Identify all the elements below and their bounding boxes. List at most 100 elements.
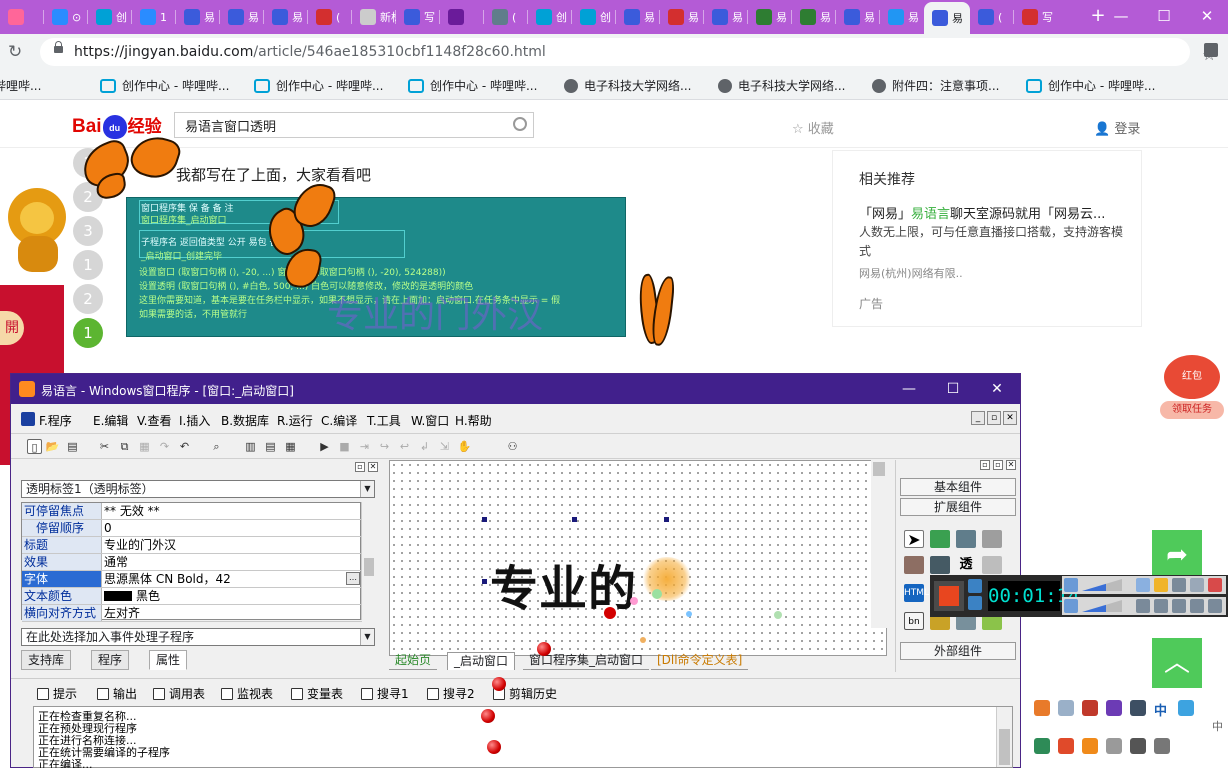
copy-icon[interactable]: ⧉ <box>117 439 132 454</box>
pointer-tool-icon[interactable]: ➤ <box>904 530 924 549</box>
bluetooth-tray-icon[interactable] <box>1130 700 1146 716</box>
basic-components-header[interactable]: 基本组件 <box>900 478 1016 496</box>
back-to-top-button[interactable]: ︿ <box>1152 638 1202 688</box>
property-row[interactable]: 字体 思源黑体 CN Bold，42… <box>22 571 362 588</box>
tab-call-table[interactable]: 调用表 <box>153 685 205 702</box>
chevron-down-icon[interactable]: ▼ <box>360 629 374 645</box>
paste-icon[interactable]: ▦ <box>137 439 152 454</box>
step-number[interactable]: 2 <box>73 284 103 314</box>
window-maximize-button[interactable]: ☐ <box>1143 0 1185 34</box>
component-selector[interactable]: 透明标签1（透明标签） ▼ <box>21 480 375 498</box>
network-tray-icon[interactable] <box>1034 738 1050 754</box>
browser-tab[interactable]: 1 <box>132 4 176 30</box>
browser-tab[interactable]: 易 <box>836 4 880 30</box>
property-value[interactable]: 思源黑体 CN Bold，42 <box>104 571 231 587</box>
red-packet-icon[interactable]: 红包 <box>1164 355 1220 399</box>
transparent-label-preview[interactable]: 专业的 <box>490 549 637 619</box>
browser-tab[interactable]: 易 <box>748 4 792 30</box>
external-components-header[interactable]: 外部组件 <box>900 642 1016 660</box>
bookmark-item[interactable]: 创作中心 - 哔哩哔... <box>408 77 537 94</box>
webcam-icon[interactable] <box>1136 599 1150 613</box>
menu-item[interactable]: I.插入 <box>179 412 210 429</box>
undo-icon[interactable]: ↶ <box>177 439 192 454</box>
ime-chinese-icon[interactable]: 中 <box>1154 700 1167 719</box>
monitor-tray-icon[interactable] <box>1130 738 1146 754</box>
panel-pin-icon[interactable]: ▫ <box>355 462 365 472</box>
tab-properties[interactable]: 属性 <box>149 650 188 670</box>
property-row[interactable]: 文本颜色 黑色 <box>22 588 362 605</box>
close-icon[interactable] <box>1208 578 1222 592</box>
bookmark-item[interactable]: 电子科技大学网络... <box>564 77 691 94</box>
tab-variable-table[interactable]: 变量表 <box>291 685 343 702</box>
speaker-volume-meter[interactable] <box>1082 579 1122 591</box>
save-icon[interactable]: ▤ <box>65 439 80 454</box>
bookmark-item[interactable]: 创作中心 - 哔哩哔... <box>254 77 383 94</box>
tab-watch-table[interactable]: 监视表 <box>221 685 273 702</box>
share-button[interactable]: ➦ <box>1152 530 1202 580</box>
volume-tray-icon[interactable] <box>1154 738 1170 754</box>
folder-icon[interactable] <box>1154 578 1168 592</box>
info-icon[interactable] <box>968 596 982 610</box>
url-text[interactable]: https://jingyan.baidu.com/article/546ae1… <box>74 44 546 60</box>
browser-tab[interactable]: 写 <box>1014 4 1058 30</box>
menu-item[interactable]: R.运行 <box>277 412 313 429</box>
monitor-icon[interactable] <box>1190 599 1204 613</box>
browser-tab[interactable]: 易 <box>880 4 924 30</box>
property-row[interactable]: 效果 通常 <box>22 554 362 571</box>
property-scrollbar[interactable] <box>361 502 375 620</box>
browser-tab[interactable]: 创 <box>88 4 132 30</box>
claim-task-button[interactable]: 领取任务 <box>1160 401 1224 419</box>
tab-dll-commands[interactable]: [Dll命令定义表] <box>651 652 749 670</box>
selection-handle[interactable] <box>482 579 487 584</box>
alarm-icon[interactable] <box>968 579 982 593</box>
tab-start-page[interactable]: 起始页 <box>389 652 438 670</box>
new-file-icon[interactable]: ▯ <box>27 439 42 454</box>
browser-tab[interactable]: 新标 <box>352 4 396 30</box>
bookmark-item[interactable]: 附件四：注意事项... <box>872 77 999 94</box>
record-stop-button[interactable] <box>934 581 964 611</box>
speaker-icon[interactable] <box>1064 578 1078 592</box>
property-value[interactable]: 专业的门外汉 <box>104 537 176 553</box>
browser-tab[interactable]: ⊙ <box>44 4 88 30</box>
mdi-restore-icon[interactable]: ▫ <box>987 411 1001 425</box>
browser-tab[interactable]: 写 <box>396 4 440 30</box>
tab-startup-window[interactable]: _启动窗口 <box>447 652 516 670</box>
fullscreen-icon[interactable] <box>1154 599 1168 613</box>
browser-tab[interactable] <box>0 4 44 30</box>
search-box[interactable] <box>174 112 534 138</box>
layout-icon[interactable]: ▤ <box>263 439 278 454</box>
output-log[interactable]: 正在检查重复名称... 正在预处理现行程序 正在进行名称连接... 正在统计需要编译的… <box>33 706 1013 768</box>
tab-search1[interactable]: 搜寻1 <box>361 685 409 702</box>
microphone-icon[interactable] <box>1064 599 1078 613</box>
favorite-button[interactable]: ☆ 收藏 <box>792 118 834 137</box>
selection-handle[interactable] <box>482 517 487 522</box>
tab-hint[interactable]: 提示 <box>37 685 77 702</box>
butterfly-tray-icon[interactable] <box>1034 700 1050 716</box>
browser-tab[interactable]: 易 <box>660 4 704 30</box>
property-value[interactable]: 左对齐 <box>104 605 140 621</box>
tab-output[interactable]: 输出 <box>97 685 137 702</box>
browser-tab[interactable]: 易 <box>176 4 220 30</box>
menu-item[interactable]: E.编辑 <box>93 412 128 429</box>
layout-icon[interactable]: ▥ <box>243 439 258 454</box>
output-scrollbar[interactable] <box>996 707 1012 767</box>
menu-item[interactable]: C.编译 <box>321 412 357 429</box>
search-tray-icon[interactable] <box>1082 738 1098 754</box>
form-designer-canvas[interactable]: 专业的 <box>389 460 887 656</box>
window-close-button[interactable]: ✕ <box>1186 0 1228 34</box>
run-to-icon[interactable]: ⇲ <box>437 439 452 454</box>
cut-icon[interactable]: ✂ <box>97 439 112 454</box>
screen-icon[interactable] <box>1208 599 1222 613</box>
selection-handle[interactable] <box>664 517 669 522</box>
hand-icon[interactable]: ✋ <box>457 439 472 454</box>
reload-icon[interactable]: ↻ <box>8 42 28 62</box>
minimize-button[interactable]: — <box>887 378 931 400</box>
mdi-minimize-icon[interactable]: _ <box>971 411 985 425</box>
property-row[interactable]: 停留顺序 0 <box>22 520 362 537</box>
browser-tab[interactable] <box>440 4 484 30</box>
close-button[interactable]: ✕ <box>975 378 1019 400</box>
panel-restore-icon[interactable]: ▫ <box>993 460 1003 470</box>
related-item-link[interactable]: 「网易」易语言聊天室源码就用「网易云... <box>859 203 1105 222</box>
menu-item[interactable]: V.查看 <box>137 412 171 429</box>
menu-item[interactable]: W.窗口 <box>411 412 449 429</box>
